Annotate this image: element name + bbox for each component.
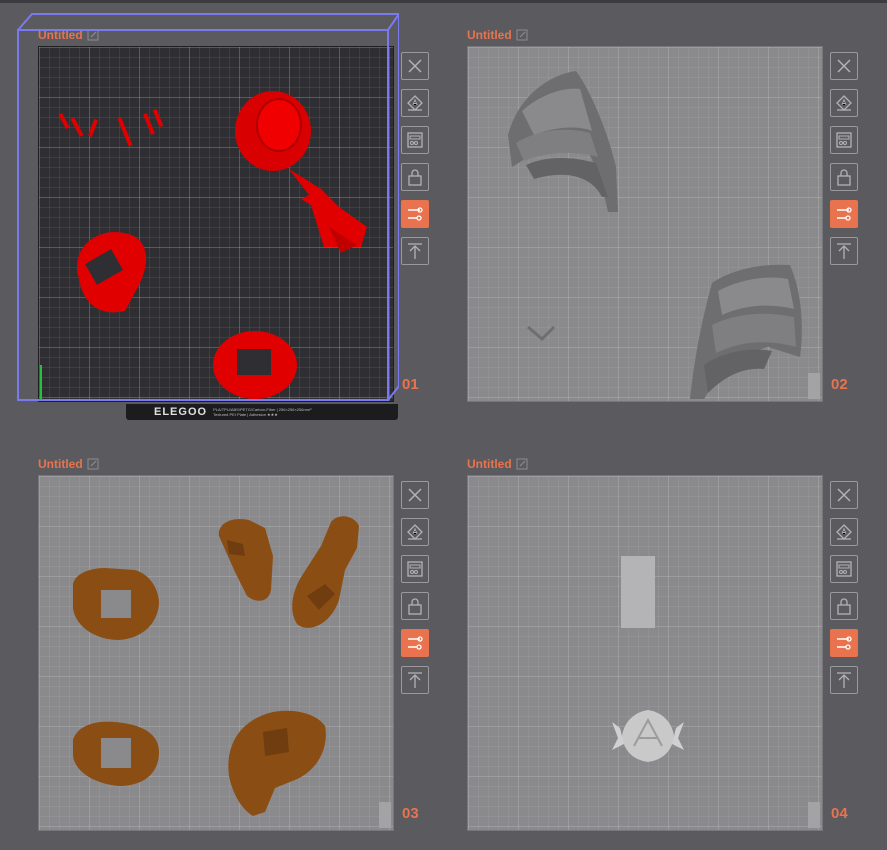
- model-boot: [228, 710, 326, 816]
- plate-number: 04: [831, 805, 848, 822]
- move-to-top-button[interactable]: [830, 237, 858, 265]
- delete-plate-button[interactable]: [830, 481, 858, 509]
- build-plate[interactable]: [38, 46, 394, 402]
- move-to-top-icon: [837, 672, 851, 688]
- delete-plate-button[interactable]: [401, 52, 429, 80]
- plate-settings-icon: [408, 636, 423, 650]
- model-rod: [70, 117, 84, 137]
- scroll-indicator[interactable]: [808, 373, 820, 399]
- plate-models: [73, 516, 359, 816]
- auto-orient-icon: [407, 524, 423, 540]
- close-icon: [837, 59, 851, 73]
- plate-title[interactable]: Untitled: [38, 457, 83, 471]
- lock-icon: [837, 598, 851, 615]
- plate-toolbar: [401, 52, 429, 265]
- plate-settings-icon: [837, 207, 852, 221]
- plate-settings-icon: [837, 636, 852, 650]
- auto-orient-button[interactable]: [401, 518, 429, 546]
- plate-models: [40, 91, 367, 401]
- model-rod: [143, 113, 155, 135]
- auto-orient-button[interactable]: [830, 89, 858, 117]
- model-block: [621, 556, 655, 628]
- arrange-button[interactable]: [401, 555, 429, 583]
- move-to-top-icon: [837, 243, 851, 259]
- move-to-top-button[interactable]: [830, 666, 858, 694]
- plate-cell-3[interactable]: Untitled 03: [8, 451, 438, 850]
- plate-number: 02: [831, 376, 848, 393]
- lock-plate-button[interactable]: [401, 163, 429, 191]
- plate-toolbar: [401, 481, 429, 694]
- plate-settings-button[interactable]: [830, 629, 858, 657]
- plate-number: 01: [402, 376, 419, 393]
- plate-settings-button[interactable]: [401, 200, 429, 228]
- lock-icon: [408, 598, 422, 615]
- edit-icon[interactable]: [516, 458, 528, 470]
- delete-plate-button[interactable]: [401, 481, 429, 509]
- auto-orient-icon: [836, 95, 852, 111]
- move-to-top-button[interactable]: [401, 237, 429, 265]
- plate-settings-button[interactable]: [401, 629, 429, 657]
- model-rod: [58, 112, 70, 130]
- delete-plate-button[interactable]: [830, 52, 858, 80]
- plate-number: 03: [402, 805, 419, 822]
- plate-title[interactable]: Untitled: [467, 457, 512, 471]
- build-plate[interactable]: [467, 475, 823, 831]
- arrange-icon: [836, 132, 852, 148]
- plate-label: ELEGOO PLA/TPU/ABS/PETG/Carbon-Fiber | 2…: [126, 404, 398, 420]
- arrange-button[interactable]: [401, 126, 429, 154]
- arrange-icon: [407, 561, 423, 577]
- plate-settings-button[interactable]: [830, 200, 858, 228]
- lock-plate-button[interactable]: [401, 592, 429, 620]
- brand-logo: ELEGOO: [154, 406, 208, 418]
- plate-cell-1[interactable]: Untitled ELEGOO PLA/TPU/ABS/PETG/Carbon-…: [8, 13, 438, 442]
- close-icon: [837, 488, 851, 502]
- move-to-top-icon: [408, 672, 422, 688]
- plate-settings-icon: [408, 207, 423, 221]
- close-icon: [408, 488, 422, 502]
- edit-icon[interactable]: [516, 29, 528, 41]
- plate-title[interactable]: Untitled: [467, 28, 512, 42]
- model-rod: [88, 118, 98, 138]
- model-emblem: [612, 710, 684, 762]
- arrange-button[interactable]: [830, 126, 858, 154]
- plate-title-row[interactable]: Untitled: [38, 27, 99, 43]
- plate-cell-4[interactable]: Untitled 04: [437, 451, 867, 850]
- plate-title-row[interactable]: Untitled: [467, 456, 528, 472]
- lock-icon: [408, 169, 422, 186]
- lock-icon: [837, 169, 851, 186]
- model-rod: [152, 108, 164, 128]
- scroll-indicator[interactable]: [379, 802, 391, 828]
- model-boot: [292, 516, 359, 628]
- edit-icon[interactable]: [87, 458, 99, 470]
- close-icon: [408, 59, 422, 73]
- plate-toolbar: [830, 52, 858, 265]
- plate-models: [612, 556, 684, 762]
- top-border: [0, 0, 887, 3]
- arrange-icon: [407, 132, 423, 148]
- lock-plate-button[interactable]: [830, 163, 858, 191]
- plate-title-row[interactable]: Untitled: [467, 27, 528, 43]
- build-plate[interactable]: [467, 46, 823, 402]
- edit-icon[interactable]: [87, 29, 99, 41]
- scroll-indicator[interactable]: [808, 802, 820, 828]
- plate-title-row[interactable]: Untitled: [38, 456, 99, 472]
- model-handle: [289, 169, 367, 247]
- move-to-top-icon: [408, 243, 422, 259]
- model-rod: [117, 117, 133, 147]
- auto-orient-icon: [836, 524, 852, 540]
- plate-cell-2[interactable]: Untitled 02: [437, 22, 867, 442]
- auto-orient-button[interactable]: [401, 89, 429, 117]
- arrange-button[interactable]: [830, 555, 858, 583]
- build-plate[interactable]: [38, 475, 394, 831]
- model-boot: [218, 518, 273, 601]
- plate-type: Textured PEI Plate | Adhesion ★★★: [213, 412, 278, 417]
- arrange-icon: [836, 561, 852, 577]
- lock-plate-button[interactable]: [830, 592, 858, 620]
- plate-toolbar: [830, 481, 858, 694]
- plate-title[interactable]: Untitled: [38, 28, 83, 42]
- auto-orient-icon: [407, 95, 423, 111]
- plate-models: [508, 71, 802, 399]
- move-to-top-button[interactable]: [401, 666, 429, 694]
- auto-orient-button[interactable]: [830, 518, 858, 546]
